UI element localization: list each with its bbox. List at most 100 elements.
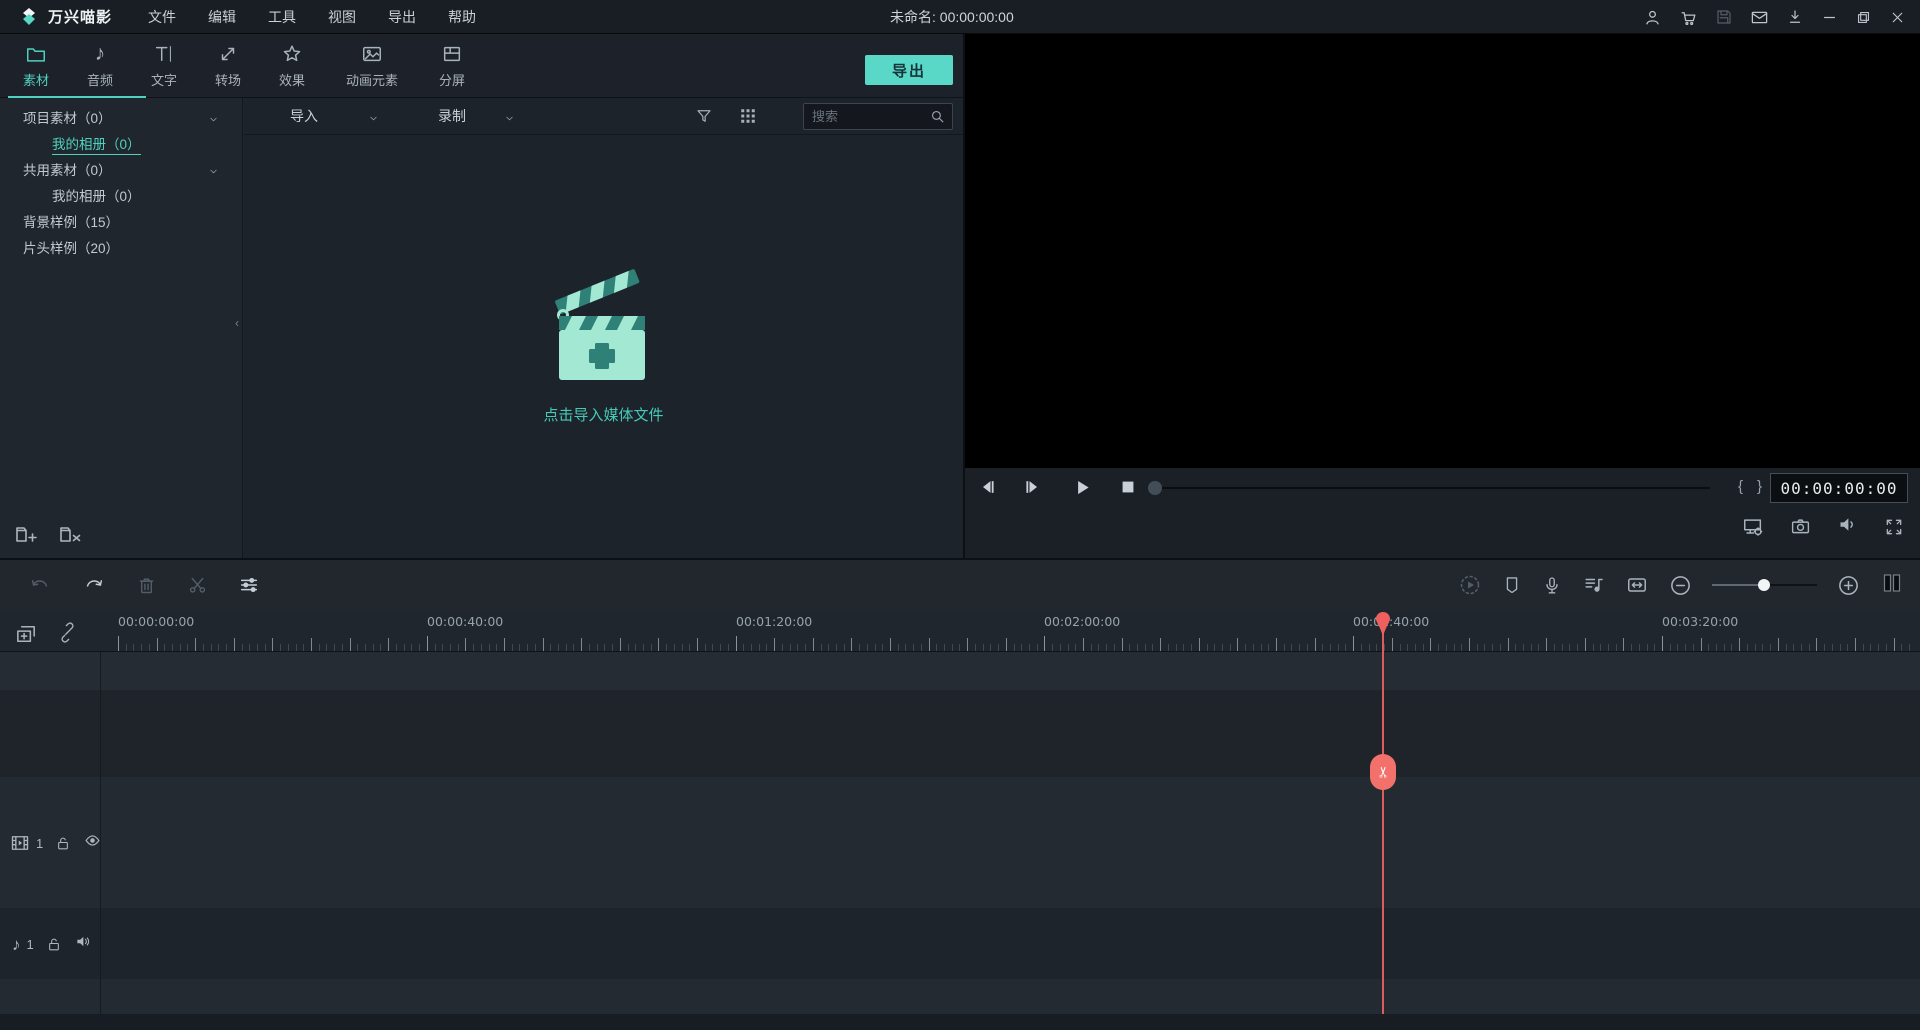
mute-speaker-icon[interactable] [74,933,92,955]
record-chevron-icon[interactable] [504,113,515,124]
mark-in-icon[interactable]: { [1738,478,1743,495]
link-icon[interactable] [57,622,78,646]
sidebar-item-my-album-shared[interactable]: 我的相册（0） [0,184,242,210]
previous-frame-button[interactable] [978,477,998,502]
mark-out-icon[interactable]: } [1757,478,1762,495]
ruler-tick [172,644,173,651]
marker-icon[interactable] [1502,574,1522,596]
ruler-tick [195,638,196,651]
zoom-in-icon[interactable] [1837,574,1860,597]
tab-media[interactable]: 素材 [8,40,64,92]
video-track-lane[interactable] [0,777,1920,908]
import-button[interactable]: 导入 [290,98,318,135]
tab-elements[interactable]: 动画元素 [328,40,416,92]
menu-help[interactable]: 帮助 [448,7,476,27]
chevron-down-icon[interactable] [208,114,219,125]
import-media-dropzone[interactable]: 点击导入媒体文件 [244,135,963,558]
ruler-tick [1237,638,1238,651]
minimize-icon[interactable] [1821,9,1838,26]
panel-layout-icon[interactable] [1880,571,1904,600]
ruler-tick [674,644,675,651]
export-button[interactable]: 导出 [865,55,953,85]
zoom-out-icon[interactable] [1669,574,1692,597]
volume-icon[interactable] [1837,514,1858,540]
import-chevron-icon[interactable] [368,113,379,124]
save-icon[interactable] [1715,8,1733,26]
preview-video-area[interactable] [965,34,1920,468]
ruler-tick [1345,644,1346,651]
download-icon[interactable] [1786,8,1804,26]
user-icon[interactable] [1643,8,1662,27]
menu-tools[interactable]: 工具 [268,7,296,27]
sidebar-item-intro-samples[interactable]: 片头样例（20） [0,236,242,262]
lock-icon[interactable] [46,936,62,953]
tab-effects[interactable]: 效果 [264,40,320,92]
playhead-scissors-badge[interactable]: ✂ [1370,754,1396,790]
sidebar-item-shared-media[interactable]: 共用素材（0） [0,158,242,184]
record-button[interactable]: 录制 [438,98,466,135]
timeline-ruler[interactable]: 00:00:00:00 00:00:40:00 00:01:20:00 00:02:0… [0,610,1920,652]
ruler-tick [1500,644,1501,651]
tab-split-screen[interactable]: 分屏 [424,40,480,92]
preview-timecode[interactable]: 00:00:00:00 [1770,473,1908,503]
ruler-tick [720,644,721,651]
mail-icon[interactable] [1750,8,1769,27]
menu-view[interactable]: 视图 [328,7,356,27]
ruler-tick [1392,638,1393,651]
filter-icon[interactable] [695,107,713,125]
voiceover-mic-icon[interactable] [1542,574,1562,597]
grid-view-icon[interactable] [739,107,757,130]
timeline-lane-upper[interactable] [0,652,1920,690]
restore-icon[interactable] [1855,9,1872,26]
zoom-slider-handle[interactable] [1758,579,1770,591]
sidebar-item-background-samples[interactable]: 背景样例（15） [0,210,242,236]
lock-icon[interactable] [55,835,71,852]
playhead-line[interactable] [1382,616,1384,1014]
sidebar-item-my-album-project[interactable]: 我的相册（0） [0,132,242,158]
library-panel: 素材 ♪ 音频 文字 转场 效果 动画元素 分屏 导出 项目素材（0） 我的相册… [0,34,963,558]
seek-handle[interactable] [1148,481,1162,495]
seek-bar[interactable] [1161,487,1710,489]
fit-timeline-icon[interactable] [1625,574,1649,596]
eye-icon[interactable] [83,832,102,854]
playhead-pin[interactable] [1375,611,1391,643]
fullscreen-icon[interactable] [1884,517,1904,537]
tab-transitions[interactable]: 转场 [200,40,256,92]
search-input[interactable] [812,104,922,129]
undo-icon[interactable] [28,574,52,596]
panel-collapse-icon[interactable]: ‹ [235,316,239,330]
scissors-icon[interactable] [187,575,208,596]
menu-file[interactable]: 文件 [148,7,176,27]
chevron-down-icon[interactable] [208,166,219,177]
audio-mixer-icon[interactable] [1582,574,1605,596]
add-folder-icon[interactable] [14,522,40,546]
timeline-lane-overlay[interactable] [0,690,1920,777]
sidebar-item-project-media[interactable]: 项目素材（0） [0,106,242,132]
ruler-tick [133,644,134,651]
timeline-lane-lower[interactable] [0,979,1920,1014]
delete-folder-icon[interactable] [58,522,84,546]
tab-text[interactable]: 文字 [136,40,192,92]
audio-track-lane[interactable] [0,908,1920,979]
next-frame-button[interactable] [1022,477,1042,502]
cart-icon[interactable] [1679,8,1698,27]
timeline-zoom-slider[interactable] [1712,578,1817,592]
ruler-tick [489,644,490,651]
tab-audio[interactable]: ♪ 音频 [72,40,128,92]
add-track-icon[interactable] [14,622,39,646]
search-icon[interactable] [929,108,946,125]
preview-controls: { } 00:00:00:00 [965,468,1920,508]
ruler-tick [1353,636,1354,651]
play-button[interactable] [1072,477,1093,503]
ruler-tick [1152,644,1153,651]
delete-icon[interactable] [136,575,157,596]
render-preview-icon[interactable] [1458,573,1482,597]
menu-edit[interactable]: 编辑 [208,7,236,27]
stop-button[interactable] [1118,477,1138,502]
snapshot-camera-icon[interactable] [1790,516,1811,537]
redo-icon[interactable] [82,574,106,596]
display-settings-icon[interactable] [1742,516,1764,538]
close-icon[interactable] [1889,9,1906,26]
menu-export[interactable]: 导出 [388,7,416,27]
adjust-icon[interactable] [238,574,260,596]
